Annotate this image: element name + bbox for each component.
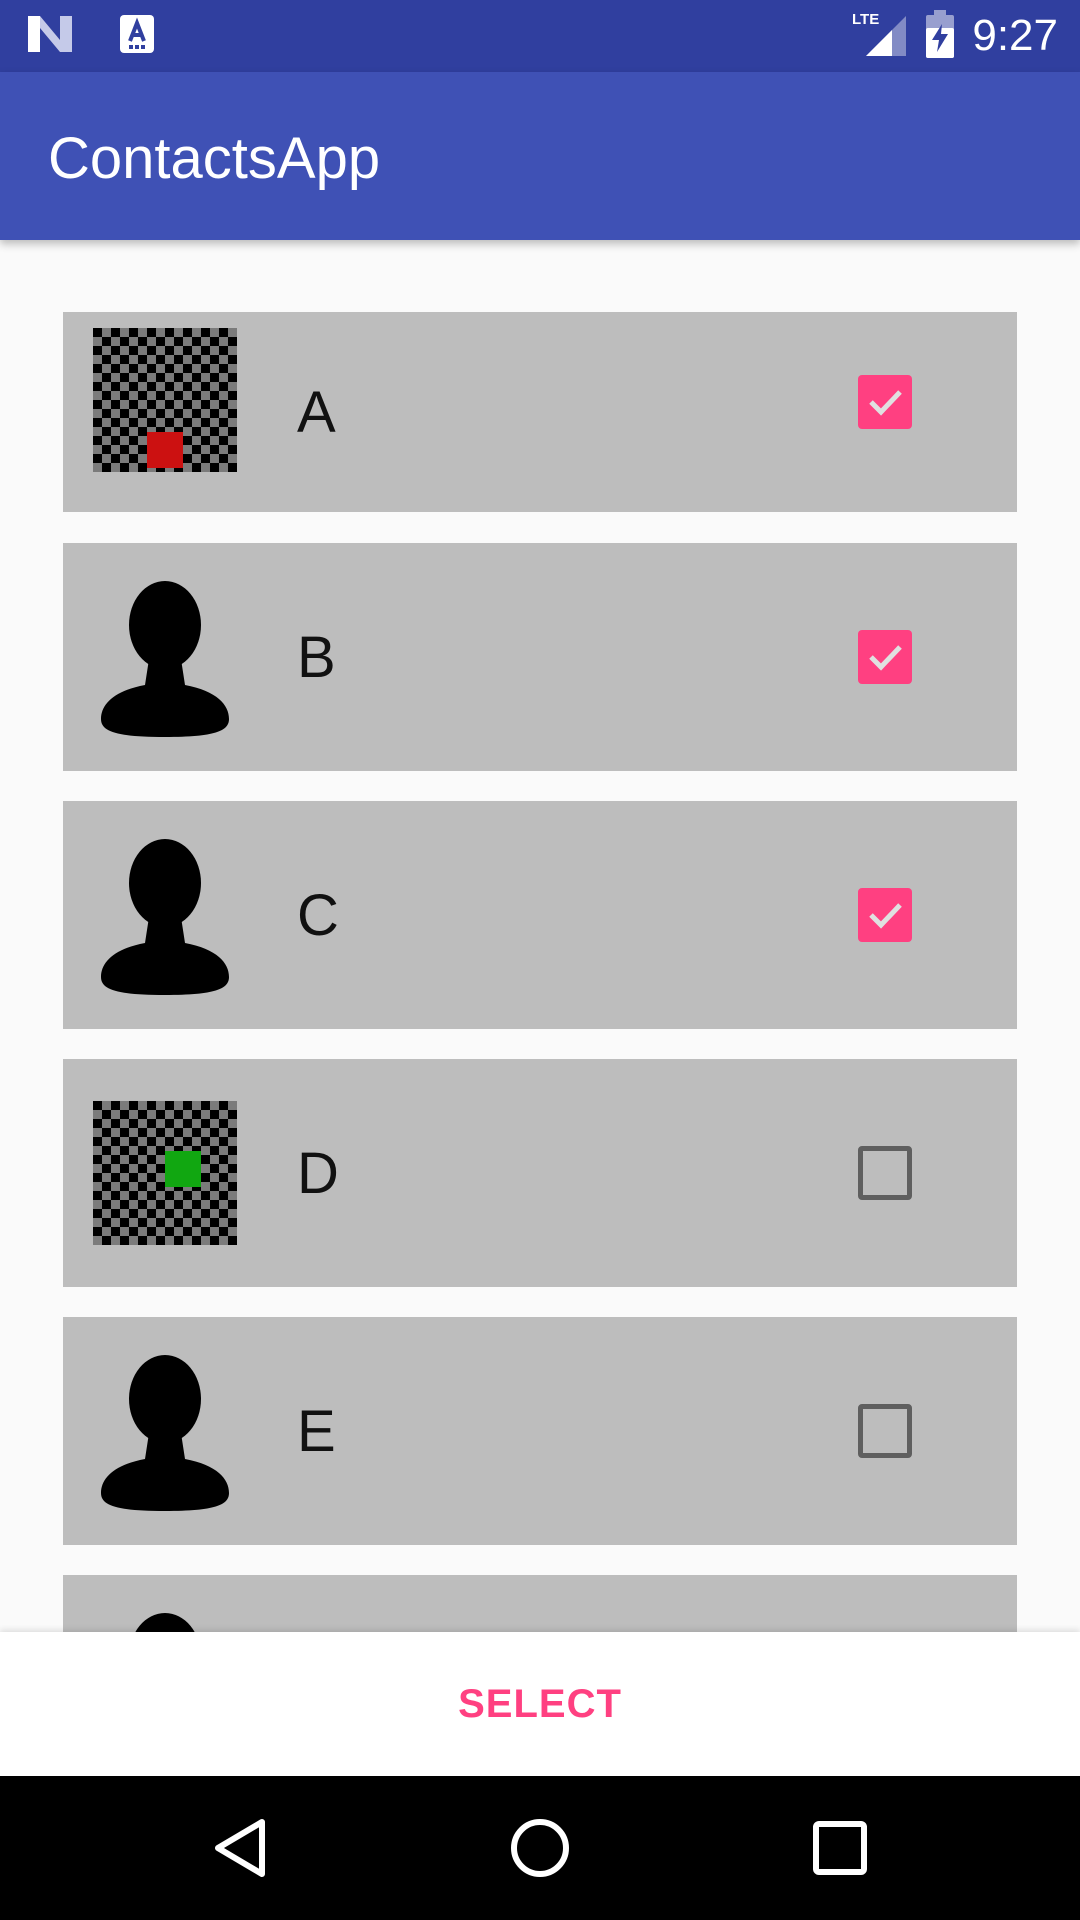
contact-name: A	[297, 379, 336, 445]
contact-checkbox-unchecked[interactable]	[858, 1146, 912, 1200]
home-button[interactable]	[490, 1806, 590, 1890]
contact-checkbox-unchecked[interactable]	[858, 1404, 912, 1458]
app-bar: ContactsApp	[0, 72, 1080, 240]
contact-name: C	[297, 882, 339, 948]
person-avatar-icon	[101, 1355, 229, 1511]
a-notification-icon	[120, 15, 154, 58]
contact-row-a[interactable]: A	[63, 312, 1017, 512]
contact-row-e[interactable]: E	[63, 1317, 1017, 1545]
n-logo-icon	[28, 14, 72, 59]
bottom-action-bar: SELECT	[0, 1632, 1080, 1776]
contact-checkbox-checked[interactable]	[858, 375, 912, 429]
lte-signal-icon: LTE	[852, 10, 908, 63]
contact-checkbox-checked[interactable]	[858, 630, 912, 684]
recents-icon	[813, 1821, 867, 1875]
person-avatar-icon	[135, 1613, 195, 1632]
status-time: 9:27	[972, 11, 1058, 60]
home-icon	[511, 1819, 569, 1877]
contact-checkbox-checked[interactable]	[858, 888, 912, 942]
contact-list[interactable]: A B C D E	[0, 240, 1080, 1632]
contact-row-b[interactable]: B	[63, 543, 1017, 771]
page-title: ContactsApp	[48, 126, 381, 191]
image-placeholder-icon	[93, 328, 237, 472]
contact-name: E	[297, 1398, 336, 1464]
green-square-icon	[165, 1151, 201, 1187]
person-avatar-icon	[101, 839, 229, 995]
contact-name: D	[297, 1140, 339, 1206]
back-icon	[215, 1819, 265, 1877]
status-bar: LTE 9:27	[0, 0, 1080, 72]
recents-button[interactable]	[790, 1806, 890, 1890]
checkmark-icon	[869, 390, 902, 416]
red-square-icon	[147, 432, 183, 468]
contact-row-partial[interactable]	[63, 1575, 1017, 1632]
navigation-bar	[0, 1776, 1080, 1920]
image-placeholder-icon	[93, 1101, 237, 1245]
back-button[interactable]	[190, 1806, 290, 1890]
checkmark-icon	[869, 903, 902, 929]
select-button[interactable]: SELECT	[0, 1632, 1080, 1776]
checkmark-icon	[869, 645, 902, 671]
person-avatar-icon	[101, 581, 229, 737]
contact-row-c[interactable]: C	[63, 801, 1017, 1029]
network-type-label: LTE	[852, 11, 879, 28]
battery-charging-icon	[926, 9, 955, 63]
contact-row-d[interactable]: D	[63, 1059, 1017, 1287]
contact-name: B	[297, 624, 336, 690]
